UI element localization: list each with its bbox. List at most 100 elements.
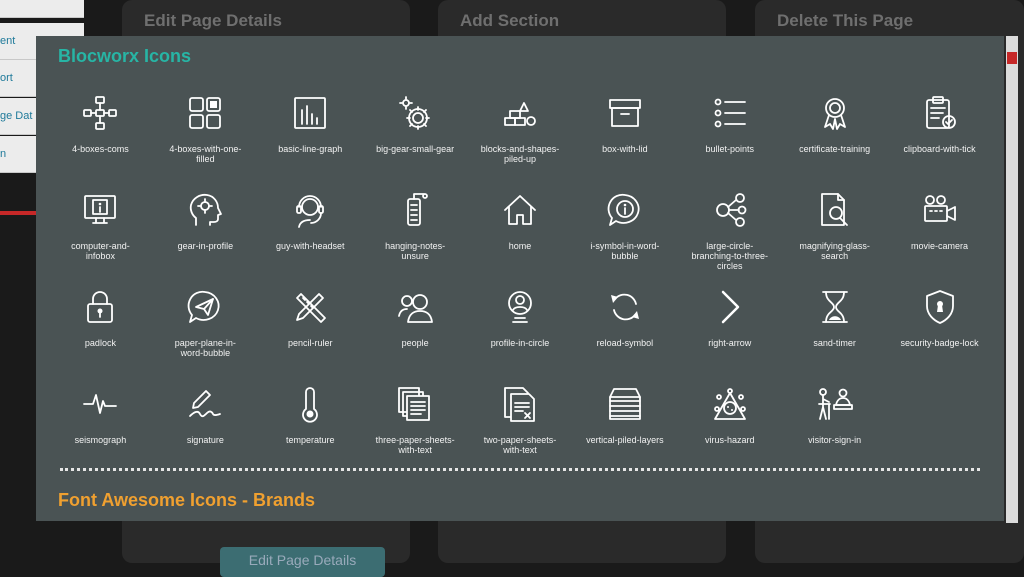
three-paper-sheets-with-text-icon [398, 387, 431, 421]
paper-plane-in-word-bubble-icon [188, 290, 220, 323]
icon-option-box-with-lid[interactable]: box-with-lid [572, 94, 677, 191]
icon-label: two-paper-sheets-with-text [483, 435, 557, 455]
icon-label: blocks-and-shapes-piled-up [480, 144, 560, 164]
bullet-points-icon [714, 98, 746, 128]
icon-label: large-circle-branching-to-three-circles [691, 241, 769, 271]
font-awesome-brands-title: Font Awesome Icons - Brands [58, 490, 316, 510]
two-paper-sheets-with-text-icon [504, 387, 535, 422]
blocks-and-shapes-piled-up-icon [504, 102, 536, 126]
icon-option-computer-and-infobox[interactable]: computer-and-infobox [48, 191, 153, 288]
icon-label: hanging-notes-unsure [385, 241, 446, 261]
icon-option-big-gear-small-gear[interactable]: big-gear-small-gear [363, 94, 468, 191]
security-badge-lock-icon [925, 290, 954, 324]
icon-label: 4-boxes-coms [72, 144, 129, 154]
dotted-divider [60, 468, 980, 471]
icon-label: profile-in-circle [490, 338, 550, 348]
icon-label: guy-with-headset [275, 241, 345, 251]
icon-option-guy-with-headset[interactable]: guy-with-headset [258, 191, 363, 288]
icon-label: box-with-lid [602, 144, 648, 154]
icon-label: clipboard-with-tick [903, 144, 976, 154]
icon-label: signature [186, 435, 224, 445]
magnifying-glass-search-icon [820, 193, 848, 226]
profile-in-circle-icon [508, 291, 532, 323]
sidebar-item-0[interactable] [0, 0, 84, 18]
icon-label: temperature [285, 435, 335, 445]
icon-label: bullet-points [705, 144, 755, 154]
reload-symbol-icon [610, 293, 639, 321]
card-title: Edit Page Details [144, 11, 282, 30]
icon-option-magnifying-glass-search[interactable]: magnifying-glass-search [782, 191, 887, 288]
visitor-sign-in-icon [817, 388, 853, 420]
icon-option-pencil-ruler[interactable]: pencil-ruler [258, 288, 363, 385]
signature-icon [189, 390, 222, 418]
box-with-lid-icon [608, 99, 641, 127]
icon-label: i-symbol-in-word-bubble [590, 241, 660, 261]
icon-option-hanging-notes-unsure[interactable]: hanging-notes-unsure [363, 191, 468, 288]
icon-option-certificate-training[interactable]: certificate-training [782, 94, 887, 191]
certificate-training-icon [823, 98, 846, 130]
right-arrow-icon [721, 290, 740, 324]
icon-label: seismograph [74, 435, 127, 445]
people-icon [398, 294, 434, 323]
icon-grid: 4-boxes-coms 4-boxes-with-one-filled basic… [48, 94, 992, 482]
icon-label: virus-hazard [705, 435, 755, 445]
temperature-icon [302, 387, 319, 423]
icon-label: gear-in-profile [177, 241, 234, 251]
icon-option-gear-in-profile[interactable]: gear-in-profile [153, 191, 258, 288]
icon-label: pencil-ruler [287, 338, 333, 348]
icon-option-reload-symbol[interactable]: reload-symbol [572, 288, 677, 385]
computer-and-infobox-icon [84, 195, 117, 224]
icon-label: padlock [84, 338, 116, 348]
icon-label: visitor-sign-in [808, 435, 862, 445]
card-title: Delete This Page [777, 11, 914, 30]
icon-option-padlock[interactable]: padlock [48, 288, 153, 385]
scrollbar-thumb[interactable] [1007, 52, 1017, 64]
icon-option-movie-camera[interactable]: movie-camera [887, 191, 992, 288]
icon-picker-modal: Blocworx Icons 4-boxes-coms 4-boxes-with-… [36, 36, 1004, 521]
basic-line-graph-icon [294, 97, 327, 129]
icon-label: movie-camera [911, 241, 969, 251]
edit-page-details-button[interactable]: Edit Page Details [220, 547, 385, 577]
icon-label: basic-line-graph [278, 144, 343, 154]
pencil-ruler-icon [296, 293, 327, 323]
icon-option-4-boxes-with-one-filled[interactable]: 4-boxes-with-one-filled [153, 94, 258, 191]
vertical-piled-layers-icon [608, 388, 641, 420]
padlock-icon [87, 291, 114, 323]
icon-option-bullet-points[interactable]: bullet-points [677, 94, 782, 191]
icon-option-people[interactable]: people [363, 288, 468, 385]
icon-label: vertical-piled-layers [586, 435, 664, 445]
icon-label: three-paper-sheets-with-text [375, 435, 455, 455]
icon-label: certificate-training [799, 144, 871, 154]
icon-label: right-arrow [708, 338, 752, 348]
icon-label: computer-and-infobox [71, 241, 130, 261]
card-title: Add Section [460, 11, 560, 30]
modal-title: Blocworx Icons [58, 46, 192, 66]
scrollbar[interactable] [1006, 36, 1018, 523]
icon-label: security-badge-lock [900, 338, 979, 348]
icon-label: 4-boxes-with-one-filled [169, 144, 242, 164]
seismograph-icon [83, 394, 118, 414]
4-boxes-coms-icon [83, 96, 118, 130]
icon-option-blocks-and-shapes-piled-up[interactable]: blocks-and-shapes-piled-up [468, 94, 573, 191]
icon-option-large-circle-branching-to-three-circles[interactable]: large-circle-branching-to-three-circles [677, 191, 782, 288]
icon-label: people [401, 338, 429, 348]
icon-option-i-symbol-in-word-bubble[interactable]: i-symbol-in-word-bubble [572, 191, 677, 288]
icon-label: reload-symbol [596, 338, 654, 348]
sand-timer-icon [821, 291, 848, 323]
icon-option-basic-line-graph[interactable]: basic-line-graph [258, 94, 363, 191]
icon-option-clipboard-with-tick[interactable]: clipboard-with-tick [887, 94, 992, 191]
home-icon [504, 195, 536, 225]
icon-option-sand-timer[interactable]: sand-timer [782, 288, 887, 385]
4-boxes-with-one-filled-icon [189, 97, 222, 129]
clipboard-with-tick-icon [925, 96, 956, 129]
icon-option-4-boxes-coms[interactable]: 4-boxes-coms [48, 94, 153, 191]
virus-hazard-icon [713, 388, 746, 420]
icon-option-right-arrow[interactable]: right-arrow [677, 288, 782, 385]
movie-camera-icon [923, 195, 956, 222]
icon-option-profile-in-circle[interactable]: profile-in-circle [468, 288, 573, 385]
icon-option-paper-plane-in-word-bubble[interactable]: paper-plane-in-word-bubble [153, 288, 258, 385]
i-symbol-in-word-bubble-icon [607, 193, 640, 226]
icon-label: sand-timer [813, 338, 856, 348]
icon-option-security-badge-lock[interactable]: security-badge-lock [887, 288, 992, 385]
icon-option-home[interactable]: home [468, 191, 573, 288]
